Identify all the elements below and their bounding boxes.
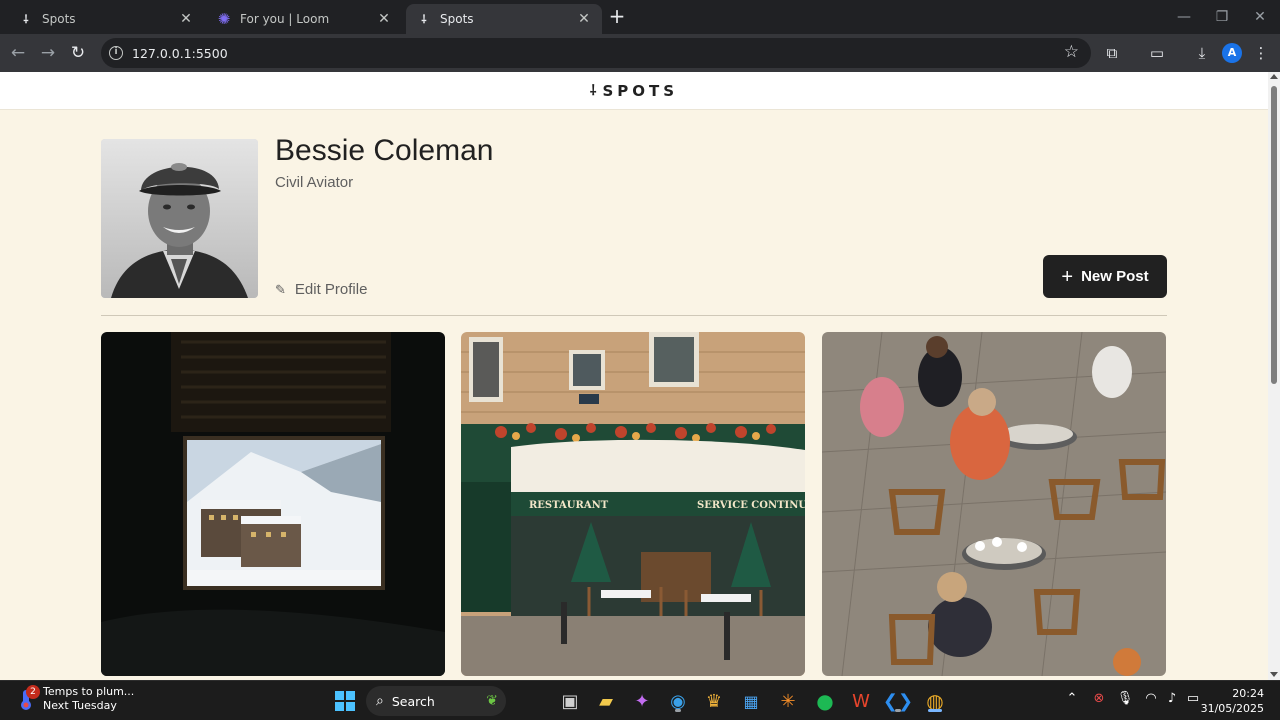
address-bar[interactable]: i 127.0.0.1:5500 ☆ bbox=[101, 38, 1091, 68]
pencil-icon: ✎ bbox=[275, 281, 286, 297]
search-label: Search bbox=[391, 693, 435, 709]
wifi-icon[interactable]: ◠ bbox=[1141, 691, 1161, 706]
site-info-icon[interactable]: i bbox=[109, 46, 123, 60]
claude-icon[interactable]: ✳ bbox=[775, 688, 801, 714]
windows-start-icon[interactable] bbox=[332, 688, 358, 714]
search-icon: ⌕ bbox=[376, 693, 384, 709]
new-post-button[interactable]: + New Post bbox=[1043, 255, 1167, 298]
volume-icon[interactable]: ♪ bbox=[1162, 691, 1182, 706]
awning-text-right: SERVICE CONTINU bbox=[697, 500, 805, 511]
system-clock[interactable]: 20:24 31/05/2025 bbox=[1201, 686, 1264, 716]
vscode-icon[interactable]: ❮❯ bbox=[883, 688, 913, 714]
edge-icon[interactable]: ◉ bbox=[665, 688, 691, 714]
profile-avatar[interactable]: A bbox=[1222, 43, 1242, 63]
browser-tab-active[interactable]: ⸸ Spots ✕ bbox=[406, 4, 602, 34]
task-view-icon[interactable]: ▣ bbox=[557, 688, 583, 714]
edit-profile-label: Edit Profile bbox=[294, 281, 368, 298]
new-tab-button[interactable]: + bbox=[606, 6, 628, 28]
tab-title: Spots bbox=[440, 12, 474, 26]
close-tab-icon[interactable]: ✕ bbox=[376, 11, 392, 27]
tab-title: Spots bbox=[42, 12, 76, 26]
url-text: 127.0.0.1:5500 bbox=[132, 45, 228, 61]
spots-logo-icon: ⸸ bbox=[589, 83, 597, 99]
restaurant-facade-image: RESTAURANT SERVICE CONTINU bbox=[461, 332, 805, 676]
card-image-cafe-terrace[interactable] bbox=[822, 332, 1166, 676]
browser-toolbar: ← → ↻ i 127.0.0.1:5500 ☆ ⧉ ▭ ⤓ A ⋮ bbox=[0, 34, 1280, 72]
edit-profile-button[interactable]: ✎ Edit Profile bbox=[275, 281, 367, 298]
profile-avatar-image bbox=[101, 139, 258, 298]
profile-divider bbox=[101, 315, 1167, 316]
card-image-snowy-village[interactable] bbox=[101, 332, 445, 676]
network-error-icon[interactable]: ⊗ bbox=[1089, 691, 1109, 706]
weather-title: Temps to plum... bbox=[43, 685, 135, 698]
weather-widget[interactable]: 2 Temps to plum... Next Tuesday bbox=[14, 685, 134, 713]
minimize-icon[interactable]: — bbox=[1166, 6, 1202, 28]
bookmark-star-icon[interactable]: ☆ bbox=[1064, 42, 1079, 62]
page-scrollbar[interactable] bbox=[1268, 72, 1280, 680]
snowy-village-image bbox=[101, 332, 445, 676]
weather-subtitle: Next Tuesday bbox=[43, 699, 117, 712]
copilot-icon[interactable]: ✦ bbox=[629, 688, 655, 714]
clock-time: 20:24 bbox=[1232, 687, 1264, 700]
spots-favicon: ⸸ bbox=[421, 12, 427, 26]
search-highlight-icon: ❦ bbox=[486, 693, 498, 709]
cafe-terrace-image bbox=[822, 332, 1166, 676]
store-icon[interactable]: ▦ bbox=[738, 688, 764, 714]
file-explorer-icon[interactable]: ▰ bbox=[593, 688, 619, 714]
forward-icon[interactable]: → bbox=[36, 41, 60, 65]
windows-taskbar: 2 Temps to plum... Next Tuesday ⌕ Search… bbox=[0, 680, 1280, 720]
scroll-down-icon[interactable] bbox=[1270, 672, 1278, 677]
spotify-icon[interactable]: ● bbox=[812, 688, 838, 714]
extensions-icon[interactable]: ⧉ bbox=[1101, 42, 1123, 64]
plus-icon: + bbox=[1061, 265, 1074, 288]
clock-date: 31/05/2025 bbox=[1200, 702, 1264, 715]
menu-kebab-icon[interactable]: ⋮ bbox=[1250, 42, 1272, 64]
awning-text-left: RESTAURANT bbox=[529, 500, 609, 511]
close-tab-icon[interactable]: ✕ bbox=[178, 11, 194, 27]
browser-tab[interactable]: ⸸ Spots ✕ bbox=[8, 4, 204, 34]
reload-icon[interactable]: ↻ bbox=[66, 41, 90, 65]
profile-description: Civil Aviator bbox=[275, 174, 354, 191]
profile-name: Bessie Coleman bbox=[275, 134, 494, 167]
download-icon[interactable]: ⤓ bbox=[1191, 42, 1213, 64]
taskbar-search-box[interactable]: ⌕ Search ❦ bbox=[366, 686, 506, 716]
back-icon[interactable]: ← bbox=[6, 41, 30, 65]
loom-favicon: ✺ bbox=[217, 10, 231, 28]
wps-office-icon[interactable]: W bbox=[848, 688, 874, 714]
new-post-label: New Post bbox=[1081, 268, 1149, 285]
site-header: ⸸ SPOTS bbox=[0, 72, 1268, 110]
logo-text: SPOTS bbox=[602, 81, 679, 100]
tray-overflow-chevron-icon[interactable]: ⌃ bbox=[1062, 691, 1082, 706]
close-tab-icon[interactable]: ✕ bbox=[576, 11, 592, 27]
browser-tab-bar: ⸸ Spots ✕ ✺ For you | Loom ✕ ⸸ Spots ✕ +… bbox=[0, 0, 1280, 34]
portrait-illustration bbox=[101, 139, 258, 298]
spots-favicon: ⸸ bbox=[23, 12, 29, 26]
scroll-up-icon[interactable] bbox=[1270, 74, 1278, 79]
spots-logo[interactable]: ⸸ SPOTS bbox=[590, 81, 678, 100]
maximize-icon[interactable]: ❐ bbox=[1204, 6, 1240, 28]
browser-tab[interactable]: ✺ For you | Loom ✕ bbox=[206, 4, 402, 34]
trophy-icon[interactable]: ♛ bbox=[701, 688, 727, 714]
notification-badge: 2 bbox=[26, 685, 40, 699]
close-window-icon[interactable]: ✕ bbox=[1242, 6, 1278, 28]
chrome-icon[interactable]: ◍ bbox=[922, 688, 948, 714]
microphone-icon[interactable]: 🎙 bbox=[1115, 691, 1135, 706]
cast-icon[interactable]: ▭ bbox=[1146, 42, 1168, 64]
tab-title: For you | Loom bbox=[240, 12, 330, 26]
weather-icon: 2 bbox=[14, 685, 40, 711]
page-viewport: ⸸ SPOTS Bessie Coleman Civil Aviator ✎ E… bbox=[0, 72, 1268, 680]
card-image-restaurant[interactable]: RESTAURANT SERVICE CONTINU bbox=[461, 332, 805, 676]
scroll-thumb[interactable] bbox=[1271, 86, 1277, 384]
